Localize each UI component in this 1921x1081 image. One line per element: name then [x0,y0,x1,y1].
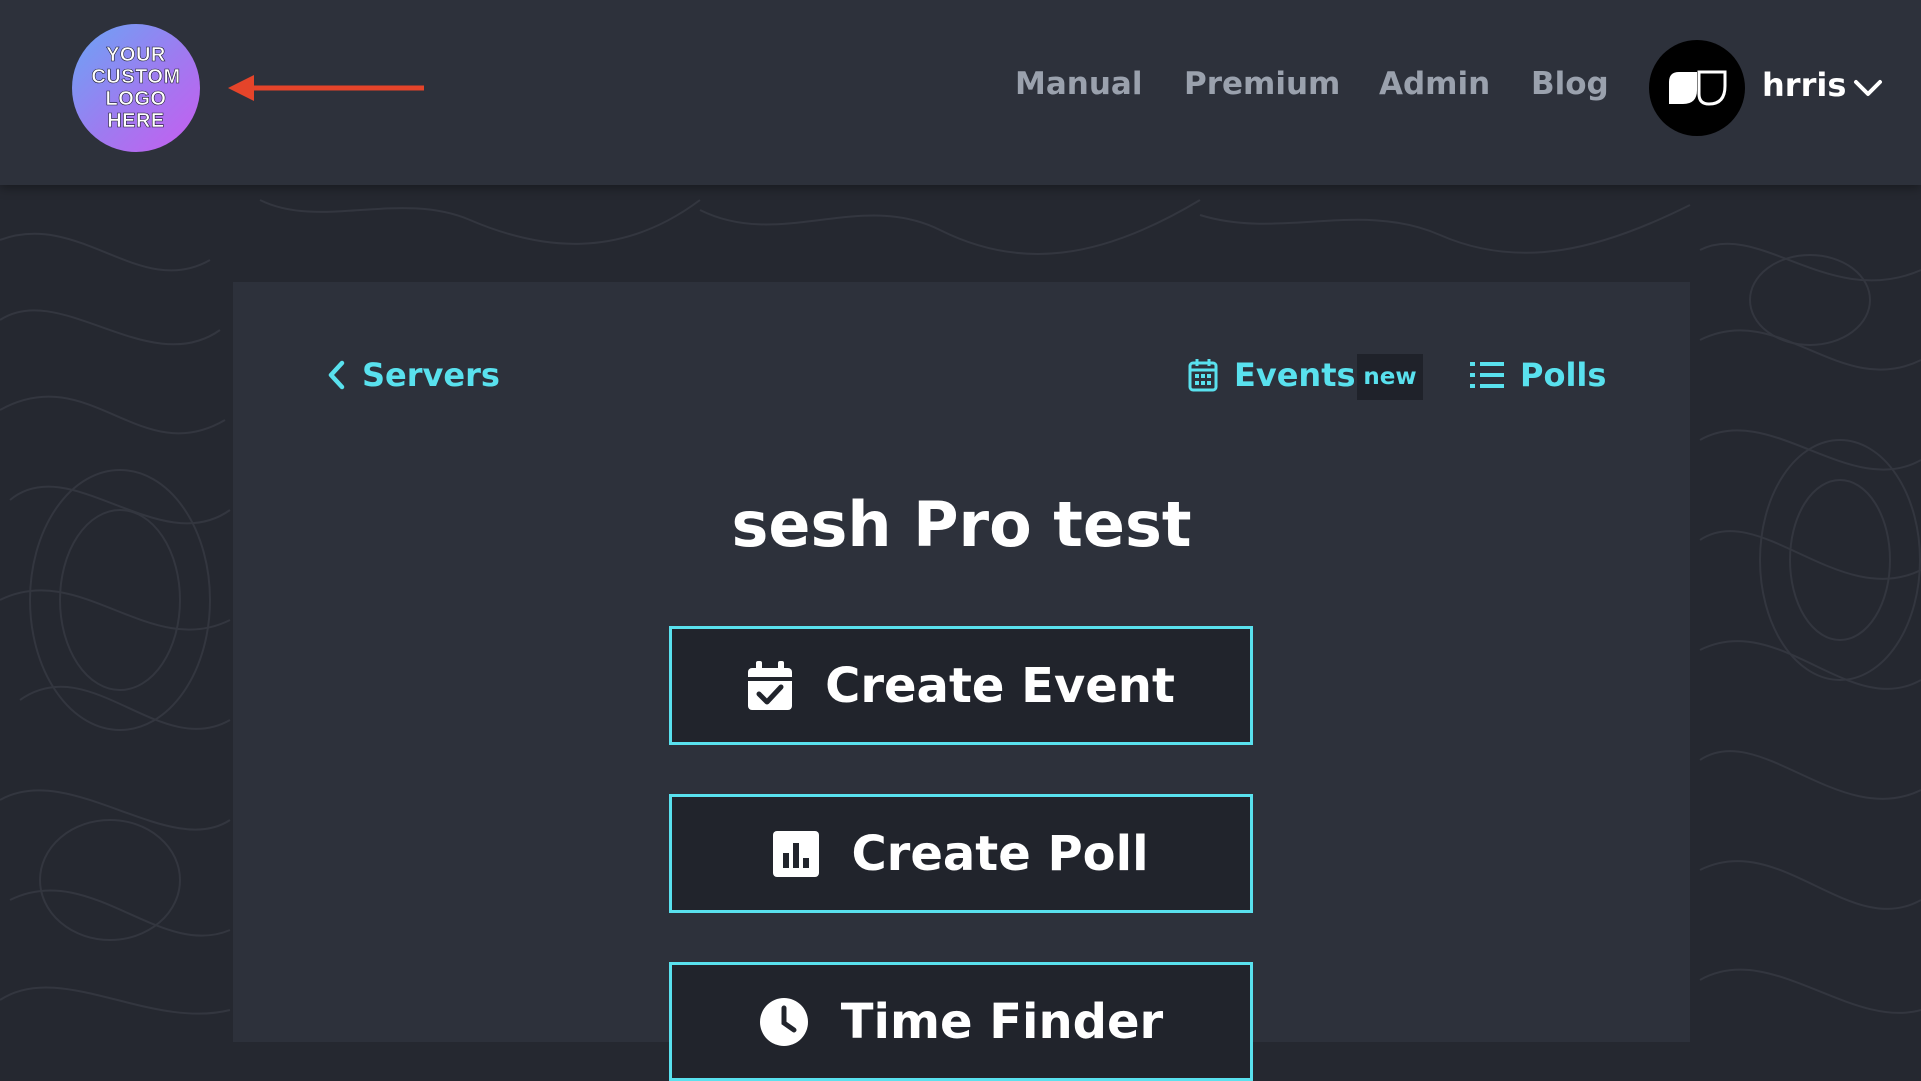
polls-link-label: Polls [1520,356,1607,394]
calendar-check-icon [747,660,793,711]
logo-line: LOGO [105,88,167,111]
nav-link-premium[interactable]: Premium [1184,66,1340,102]
polls-link[interactable]: Polls [1470,356,1606,394]
top-navbar: YOUR CUSTOM LOGO HERE Manual Premium Adm… [0,0,1921,185]
chevron-down-icon[interactable] [1853,78,1883,98]
nav-link-admin[interactable]: Admin [1379,66,1490,102]
calendar-icon [1188,359,1218,392]
create-event-button[interactable]: Create Event [669,626,1253,745]
nav-link-blog[interactable]: Blog [1531,66,1609,102]
username[interactable]: hrris [1762,66,1846,104]
create-poll-label: Create Poll [851,825,1149,882]
logo-line: YOUR [106,44,166,67]
custom-logo[interactable]: YOUR CUSTOM LOGO HERE [72,24,200,152]
logo-line: CUSTOM [91,66,181,89]
avatar[interactable] [1649,40,1745,136]
bar-chart-icon [773,830,820,877]
back-link-label: Servers [362,356,500,394]
list-icon [1470,362,1504,388]
create-poll-button[interactable]: Create Poll [669,794,1253,913]
events-link-label: Events [1234,356,1356,394]
time-finder-button[interactable]: Time Finder [669,962,1253,1081]
time-finder-label: Time Finder [840,993,1164,1050]
back-to-servers-link[interactable]: Servers [326,356,500,394]
logo-line: HERE [107,110,165,133]
create-event-label: Create Event [825,657,1175,714]
clock-icon [759,997,809,1047]
nav-link-manual[interactable]: Manual [1015,66,1142,102]
sesh-logo-icon [1669,70,1727,106]
annotation-arrow-icon [228,75,424,101]
events-link[interactable]: Events [1188,356,1356,394]
new-badge: new [1357,354,1423,400]
server-title: sesh Pro test [731,488,1192,561]
chevron-left-icon [328,360,345,390]
